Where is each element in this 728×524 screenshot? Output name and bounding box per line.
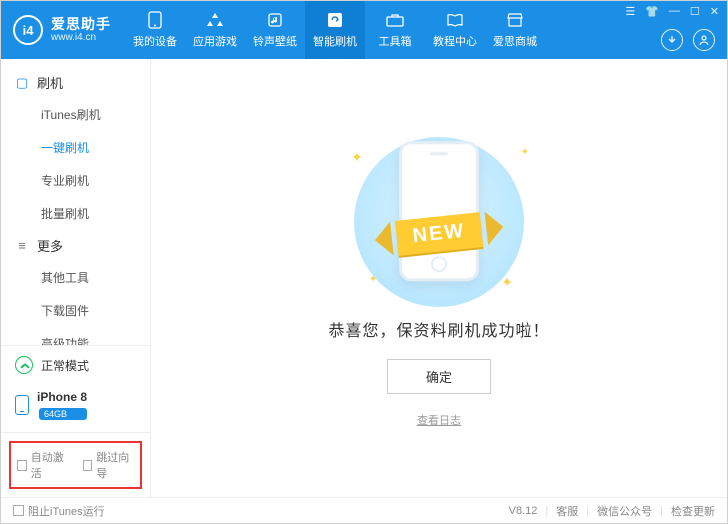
checkbox-icon (13, 505, 24, 516)
nav-tutorials[interactable]: 教程中心 (425, 1, 485, 59)
app-window: i4 爱思助手 www.i4.cn 我的设备 应用游戏 (0, 0, 728, 524)
main-panel: ✦ ✦ ✦ ✦ NEW 恭喜您，保资料刷机成功啦！ 确定 查看日志 (151, 59, 727, 497)
checkbox-block-itunes[interactable]: 阻止iTunes运行 (13, 503, 105, 519)
sparkle-icon: ✦ (351, 149, 363, 166)
device-name: iPhone 8 (37, 390, 87, 404)
nav-ringtones[interactable]: 铃声壁纸 (245, 1, 305, 59)
sidebar-item-batch-flash[interactable]: 批量刷机 (1, 197, 150, 230)
sidebar-item-download-firmware[interactable]: 下载固件 (1, 294, 150, 327)
checkbox-auto-activate[interactable]: 自动激活 (17, 449, 69, 481)
phone-illustration (399, 141, 479, 281)
app-name: 爱思助手 (51, 16, 111, 32)
header: i4 爱思助手 www.i4.cn 我的设备 应用游戏 (1, 1, 727, 59)
device-phone-icon (15, 395, 29, 415)
phone-icon (146, 11, 164, 29)
user-button[interactable] (693, 29, 715, 51)
flash-icon (326, 11, 344, 29)
normal-mode-icon (15, 356, 33, 374)
menu-icon[interactable]: ☰ (625, 5, 635, 18)
nav-my-device[interactable]: 我的设备 (125, 1, 185, 59)
store-icon (506, 11, 524, 29)
music-icon (266, 11, 284, 29)
success-message: 恭喜您，保资料刷机成功啦！ (328, 317, 549, 341)
logo-icon: i4 (13, 15, 43, 45)
close-icon[interactable]: ✕ (710, 5, 719, 18)
device-info[interactable]: iPhone 8 64GB (1, 384, 150, 432)
minimize-icon[interactable]: — (669, 5, 680, 18)
nav-store[interactable]: 爱思商城 (485, 1, 545, 59)
header-right (661, 29, 715, 51)
nav-apps[interactable]: 应用游戏 (185, 1, 245, 59)
checkbox-icon (83, 460, 93, 471)
check-update-link[interactable]: 检查更新 (671, 503, 715, 519)
success-illustration: ✦ ✦ ✦ ✦ NEW (339, 129, 539, 299)
top-nav: 我的设备 应用游戏 铃声壁纸 智能刷机 (125, 1, 545, 59)
toolbox-icon (386, 11, 404, 29)
checkbox-icon (17, 460, 27, 471)
version-label: V8.12 (509, 505, 538, 517)
section-flash-header: ▢ 刷机 (1, 67, 150, 98)
device-storage-badge: 64GB (39, 408, 87, 420)
app-url: www.i4.cn (51, 32, 111, 44)
sidebar: ▢ 刷机 iTunes刷机 一键刷机 专业刷机 批量刷机 ≡ 更多 其他工具 下… (1, 59, 151, 497)
skin-icon[interactable]: 👕 (645, 5, 659, 18)
flash-options-highlight: 自动激活 跳过向导 (9, 441, 142, 489)
device-mode[interactable]: 正常模式 (1, 346, 150, 384)
view-log-link[interactable]: 查看日志 (417, 412, 461, 428)
wechat-link[interactable]: 微信公众号 (597, 503, 652, 519)
more-icon: ≡ (15, 238, 29, 253)
maximize-icon[interactable]: ☐ (690, 5, 700, 18)
footer: 阻止iTunes运行 V8.12 | 客服 | 微信公众号 | 检查更新 (1, 497, 727, 523)
section-more-header: ≡ 更多 (1, 230, 150, 261)
sidebar-item-itunes-flash[interactable]: iTunes刷机 (1, 98, 150, 131)
window-controls: ☰ 👕 — ☐ ✕ (625, 5, 719, 18)
sidebar-bottom: 正常模式 iPhone 8 64GB 自动激活 (1, 345, 150, 497)
sidebar-item-pro-flash[interactable]: 专业刷机 (1, 164, 150, 197)
apps-icon (206, 11, 224, 29)
sparkle-icon: ✦ (521, 147, 529, 158)
nav-toolbox[interactable]: 工具箱 (365, 1, 425, 59)
phone-outline-icon: ▢ (15, 75, 29, 91)
sparkle-icon: ✦ (369, 274, 377, 285)
nav-flash[interactable]: 智能刷机 (305, 1, 365, 59)
sidebar-item-advanced[interactable]: 高级功能 (1, 327, 150, 345)
logo: i4 爱思助手 www.i4.cn (1, 15, 125, 45)
book-icon (446, 11, 464, 29)
sidebar-item-oneclick-flash[interactable]: 一键刷机 (1, 131, 150, 164)
ok-button[interactable]: 确定 (387, 359, 491, 394)
success-content: ✦ ✦ ✦ ✦ NEW 恭喜您，保资料刷机成功啦！ 确定 查看日志 (151, 59, 727, 497)
support-link[interactable]: 客服 (556, 503, 578, 519)
sparkle-icon: ✦ (501, 274, 513, 291)
sidebar-item-other-tools[interactable]: 其他工具 (1, 261, 150, 294)
body: ▢ 刷机 iTunes刷机 一键刷机 专业刷机 批量刷机 ≡ 更多 其他工具 下… (1, 59, 727, 497)
checkbox-skip-guide[interactable]: 跳过向导 (83, 449, 135, 481)
download-button[interactable] (661, 29, 683, 51)
